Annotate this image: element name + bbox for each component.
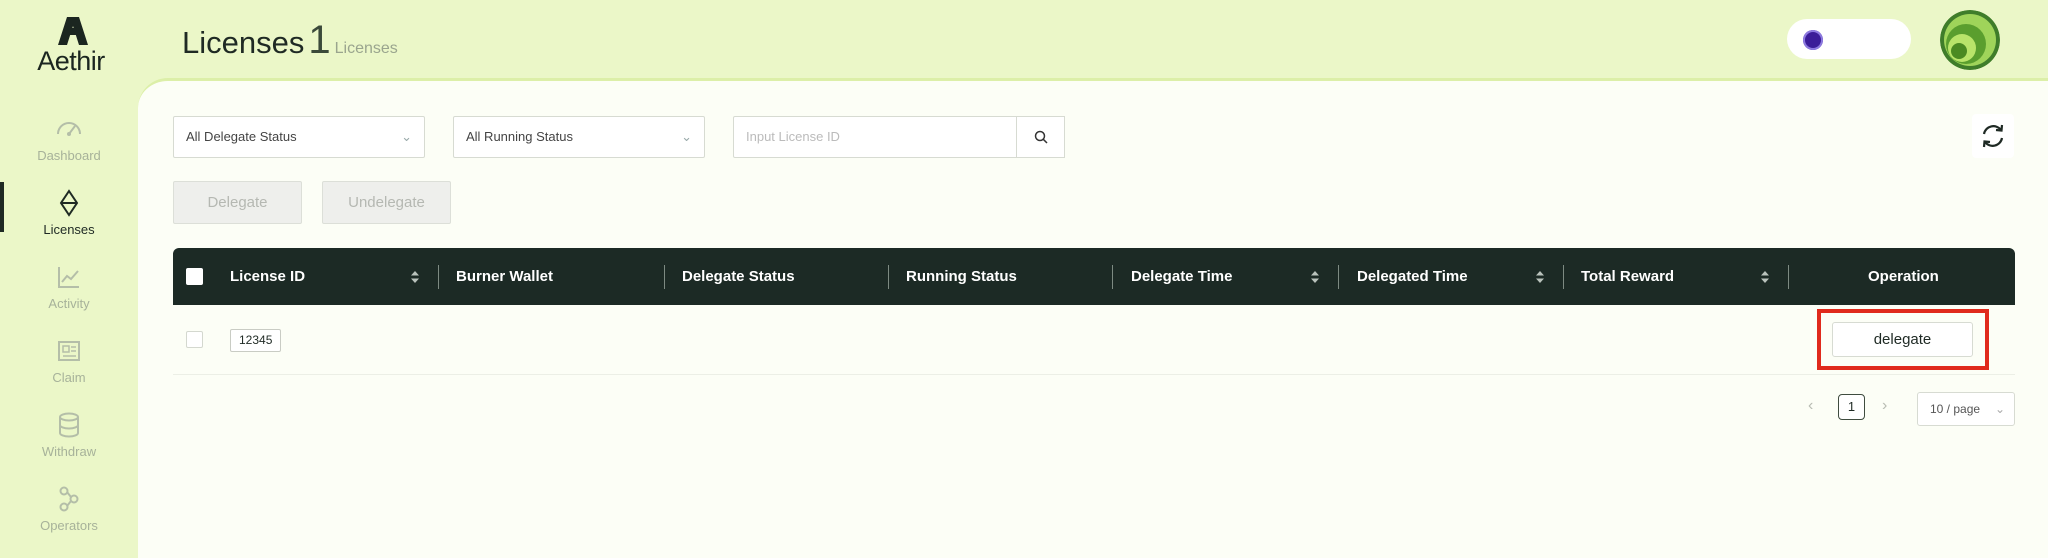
running-status-value: All Running Status bbox=[466, 129, 573, 144]
sort-icon[interactable] bbox=[1310, 270, 1320, 284]
diamond-icon bbox=[59, 189, 79, 217]
column-delegate-time[interactable]: Delegate Time bbox=[1131, 248, 1232, 305]
page-size-select[interactable]: 10 / page ⌄ bbox=[1917, 392, 2015, 426]
table-row: 12345 bbox=[173, 305, 2015, 375]
search-placeholder: Input License ID bbox=[746, 129, 840, 144]
sidebar-item-label: Licenses bbox=[43, 222, 95, 237]
column-divider bbox=[888, 265, 889, 289]
sort-icon[interactable] bbox=[410, 270, 420, 284]
sidebar-item-dashboard[interactable]: Dashboard bbox=[0, 114, 138, 163]
sidebar-item-activity[interactable]: Activity bbox=[0, 262, 138, 311]
running-status-select[interactable]: All Running Status ⌄ bbox=[453, 116, 705, 158]
sidebar: Aethir Dashboard Licenses Activity Claim… bbox=[0, 0, 138, 558]
delegate-status-select[interactable]: All Delegate Status ⌄ bbox=[173, 116, 425, 158]
column-burner-wallet: Burner Wallet bbox=[456, 268, 553, 285]
sidebar-item-label: Dashboard bbox=[37, 148, 101, 163]
aethir-logo-icon bbox=[58, 17, 88, 45]
column-delegate-status: Delegate Status bbox=[682, 268, 795, 285]
sidebar-item-label: Operators bbox=[40, 518, 98, 533]
page-title: Licenses 1 Licenses bbox=[182, 18, 398, 63]
sidebar-item-operators[interactable]: Operators bbox=[0, 484, 138, 533]
sidebar-item-label: Withdraw bbox=[41, 444, 97, 459]
column-divider bbox=[1112, 265, 1113, 289]
sidebar-item-label: Activity bbox=[48, 296, 90, 311]
license-id-tag: 12345 bbox=[230, 329, 282, 352]
wallet-toggle[interactable] bbox=[1787, 19, 1911, 59]
chevron-down-icon: ⌄ bbox=[1994, 402, 2005, 416]
prev-page-button[interactable]: ‹ bbox=[1808, 397, 1813, 415]
delegate-status-value: All Delegate Status bbox=[186, 129, 297, 144]
nodes-icon bbox=[59, 486, 79, 512]
undelegate-bulk-button[interactable]: Undelegate bbox=[322, 181, 451, 224]
highlight-box bbox=[1817, 309, 1989, 370]
column-divider bbox=[664, 265, 665, 289]
license-count: 1 bbox=[308, 18, 331, 62]
avatar[interactable] bbox=[1940, 10, 2000, 70]
search-button[interactable] bbox=[1016, 116, 1065, 158]
refresh-icon bbox=[1982, 124, 2004, 148]
row-checkbox[interactable] bbox=[186, 331, 203, 348]
current-page-button[interactable]: 1 bbox=[1838, 394, 1865, 420]
column-license-id[interactable]: License ID bbox=[230, 248, 305, 305]
column-divider bbox=[438, 265, 439, 289]
database-icon bbox=[59, 412, 79, 438]
sidebar-item-licenses[interactable]: Licenses bbox=[0, 182, 138, 237]
toggle-knob-icon bbox=[1803, 30, 1823, 50]
table-header: License ID Burner Wallet Delegate Status… bbox=[173, 248, 2015, 305]
column-running-status: Running Status bbox=[906, 268, 1017, 285]
sidebar-item-label: Claim bbox=[52, 370, 86, 385]
column-operation: Operation bbox=[1868, 268, 1939, 285]
license-count-label: Licenses bbox=[334, 40, 398, 57]
sidebar-item-claim[interactable]: Claim bbox=[0, 336, 138, 385]
gauge-icon bbox=[57, 122, 81, 136]
avatar-icon bbox=[1940, 10, 2000, 70]
chevron-down-icon: ⌄ bbox=[401, 129, 412, 144]
column-total-reward[interactable]: Total Reward bbox=[1581, 248, 1674, 305]
aethir-logo[interactable]: Aethir bbox=[26, 16, 116, 77]
chevron-down-icon: ⌄ bbox=[681, 129, 692, 144]
column-divider bbox=[1563, 265, 1564, 289]
sort-icon[interactable] bbox=[1535, 270, 1545, 284]
column-delegated-time[interactable]: Delegated Time bbox=[1357, 248, 1468, 305]
license-id-search-input[interactable]: Input License ID bbox=[733, 116, 1017, 158]
select-all-checkbox[interactable] bbox=[186, 268, 203, 285]
column-divider bbox=[1338, 265, 1339, 289]
chart-line-icon bbox=[58, 267, 79, 288]
delegate-bulk-button[interactable]: Delegate bbox=[173, 181, 302, 224]
brand-name: Aethir bbox=[37, 46, 105, 76]
receipt-icon bbox=[58, 341, 80, 361]
column-divider bbox=[1788, 265, 1789, 289]
sidebar-item-withdraw[interactable]: Withdraw bbox=[0, 410, 138, 459]
sort-icon[interactable] bbox=[1760, 270, 1770, 284]
refresh-button[interactable] bbox=[1972, 114, 2014, 158]
search-icon bbox=[1034, 130, 1048, 144]
page-title-text: Licenses bbox=[182, 25, 305, 60]
page-size-value: 10 / page bbox=[1930, 402, 1981, 416]
next-page-button[interactable]: › bbox=[1882, 397, 1887, 415]
